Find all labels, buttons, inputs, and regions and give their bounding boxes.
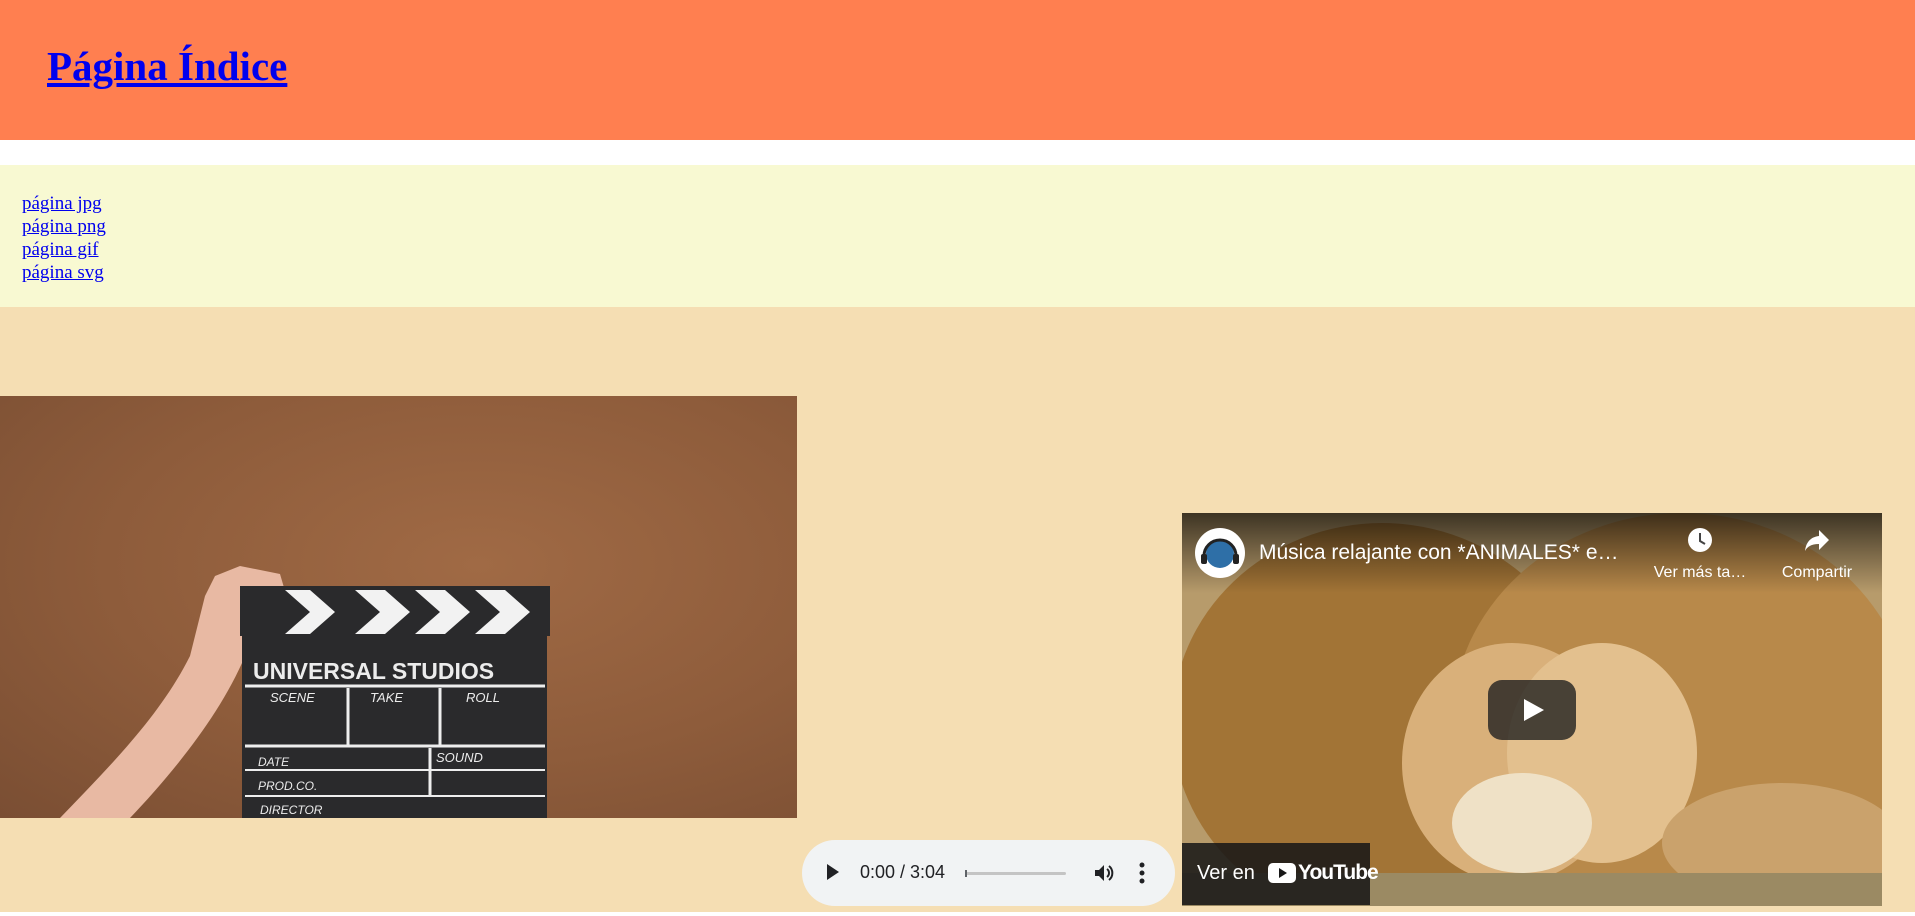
youtube-logo-icon <box>1268 863 1296 883</box>
channel-avatar[interactable] <box>1195 528 1245 578</box>
share-button[interactable]: Compartir <box>1767 527 1867 582</box>
clapper-label-director: DIRECTOR <box>260 803 323 817</box>
main-content: UNIVERSAL STUDIOS SCENE TAKE ROLL DATE S… <box>0 307 1915 912</box>
clapper-label-roll: ROLL <box>466 690 500 705</box>
link-list: página jpg página png página gif página … <box>22 192 106 284</box>
audio-seek-bar[interactable] <box>965 870 1066 877</box>
clapper-label-take: TAKE <box>370 690 403 705</box>
watch-later-label: Ver más ta… <box>1653 564 1747 581</box>
clapper-label-scene: SCENE <box>270 690 315 705</box>
watch-on-label: Ver en <box>1197 862 1255 884</box>
video-title[interactable]: Música relajante con *ANIMALES* e… <box>1259 541 1619 565</box>
audio-time: 0:00 / 3:04 <box>860 862 946 882</box>
nav-links: página jpg página png página gif página … <box>0 165 1915 307</box>
big-play-button[interactable] <box>1488 680 1576 740</box>
watch-on-youtube-button[interactable]: Ver en YouTube <box>1182 843 1379 905</box>
clapperboard-image: UNIVERSAL STUDIOS SCENE TAKE ROLL DATE S… <box>60 566 550 818</box>
link-svg[interactable]: página svg <box>22 262 104 283</box>
link-gif[interactable]: página gif <box>22 239 99 260</box>
clock-icon <box>1688 528 1712 552</box>
more-options-icon[interactable] <box>1139 861 1145 890</box>
share-icon <box>1805 530 1829 551</box>
list-item: página gif <box>22 238 106 261</box>
list-item: página jpg <box>22 192 106 215</box>
watch-later-button[interactable]: Ver más ta… <box>1650 527 1750 582</box>
play-icon[interactable] <box>826 863 840 886</box>
clapper-studio-text: UNIVERSAL STUDIOS <box>253 658 494 684</box>
clapper-label-date: DATE <box>258 755 290 769</box>
link-png[interactable]: página png <box>22 216 106 237</box>
clapper-label-prodco: PROD.CO. <box>258 779 317 793</box>
video-player[interactable]: UNIVERSAL STUDIOS SCENE TAKE ROLL DATE S… <box>0 396 797 818</box>
youtube-embed[interactable]: Música relajante con *ANIMALES* e… Ver m… <box>1182 513 1882 906</box>
volume-icon[interactable] <box>1092 861 1116 890</box>
list-item: página png <box>22 215 106 238</box>
audio-player: 0:00 / 3:04 <box>802 840 1175 906</box>
index-title-link[interactable]: Página Índice <box>47 42 287 90</box>
link-jpg[interactable]: página jpg <box>22 193 102 214</box>
list-item: página svg <box>22 261 106 284</box>
clapper-label-sound: SOUND <box>436 750 483 765</box>
share-label: Compartir <box>1781 564 1853 581</box>
play-icon <box>1524 699 1544 721</box>
page-header: Página Índice <box>0 0 1915 140</box>
youtube-brand: YouTube <box>1298 861 1379 884</box>
seek-thumb[interactable] <box>965 870 967 877</box>
